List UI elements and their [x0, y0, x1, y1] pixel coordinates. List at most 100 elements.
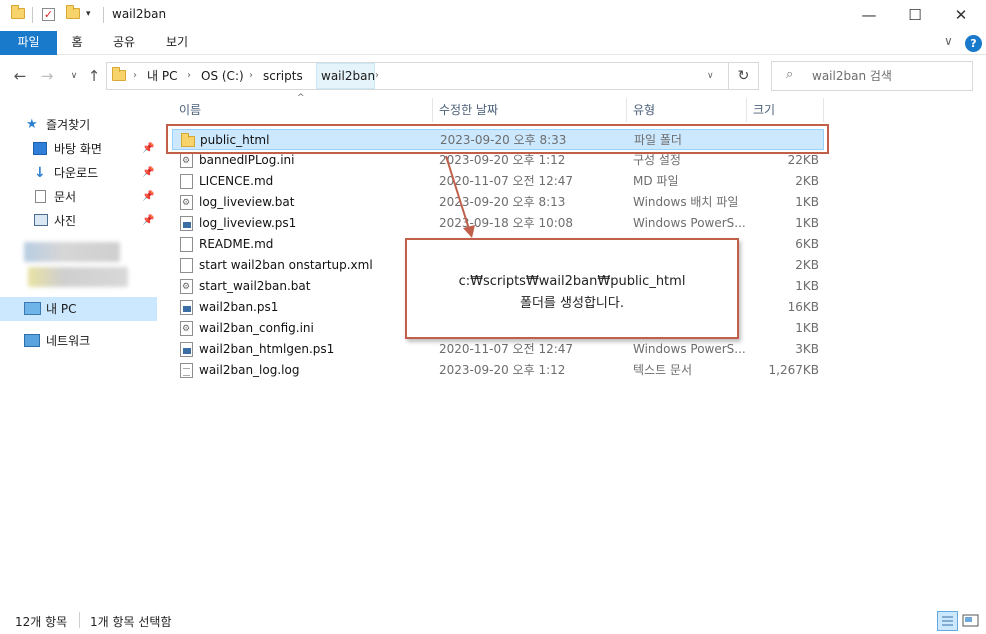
file-row[interactable]: log_liveview.ps1 2023-09-18 오후 10:08 Windo…	[172, 213, 824, 234]
breadcrumb-scripts[interactable]: scripts	[263, 63, 303, 89]
breadcrumb-wail2ban[interactable]: wail2ban	[321, 63, 375, 89]
column-type[interactable]: 유형	[633, 98, 655, 122]
column-size[interactable]: 크기	[753, 98, 775, 122]
column-divider[interactable]	[823, 98, 824, 122]
customize-toolbar-icon[interactable]: ▾	[86, 9, 91, 19]
file-size: 3KB	[795, 342, 819, 356]
back-arrow-icon[interactable]: ←	[10, 64, 30, 88]
chevron-down-icon[interactable]: ∨	[707, 63, 714, 89]
search-icon: ⌕	[786, 67, 794, 82]
column-name[interactable]: 이름	[179, 98, 201, 122]
chevron-right-icon[interactable]: ›	[133, 63, 137, 89]
powershell-file-icon	[180, 342, 193, 357]
chevron-right-icon[interactable]: ›	[249, 63, 253, 89]
column-divider[interactable]	[432, 98, 433, 122]
file-row[interactable]: log_liveview.bat 2023-09-20 오후 8:13 Window…	[172, 192, 824, 213]
powershell-file-icon	[180, 216, 193, 231]
recent-locations-icon[interactable]: ∨	[64, 64, 84, 88]
chevron-right-icon[interactable]: ›	[187, 63, 191, 89]
file-size: 1KB	[795, 279, 819, 293]
details-view-icon[interactable]	[937, 611, 958, 631]
file-name: log_liveview.ps1	[199, 216, 297, 230]
document-icon	[35, 190, 46, 203]
column-divider[interactable]	[626, 98, 627, 122]
picture-icon	[34, 214, 48, 226]
callout-description: 폴더를 생성합니다.	[520, 296, 624, 311]
nav-item-documents[interactable]: 문서 📌	[0, 186, 157, 208]
nav-item-desktop[interactable]: 바탕 화면 📌	[0, 138, 157, 160]
nav-label: 즐겨찾기	[46, 118, 91, 132]
file-type: Windows 배치 파일	[633, 195, 739, 209]
file-size: 6KB	[795, 237, 819, 251]
nav-item-pictures[interactable]: 사진 📌	[0, 210, 157, 232]
settings-file-icon	[180, 153, 193, 168]
tab-home[interactable]: 홈	[60, 31, 94, 55]
pin-icon: 📌	[142, 215, 155, 226]
computer-icon	[24, 302, 41, 315]
nav-item-downloads[interactable]: ↓ 다운로드 📌	[0, 162, 157, 184]
forward-arrow-icon[interactable]: →	[37, 64, 57, 88]
file-size: 1KB	[795, 216, 819, 230]
file-size: 2KB	[795, 174, 819, 188]
file-date: 2023-09-20 오후 8:13	[439, 195, 566, 209]
properties-icon[interactable]: ✓	[42, 8, 55, 21]
file-name: LICENCE.md	[199, 174, 274, 188]
document-icon	[180, 258, 193, 273]
file-name: log_liveview.bat	[199, 195, 295, 209]
maximize-button[interactable]: ☐	[892, 0, 938, 31]
large-icons-view-icon[interactable]	[960, 611, 981, 631]
file-name: wail2ban_htmlgen.ps1	[199, 342, 335, 356]
nav-network[interactable]: 네트워크	[0, 330, 157, 352]
tab-file[interactable]: 파일	[0, 31, 57, 55]
nav-label: 내 PC	[46, 302, 77, 316]
annotation-highlight	[166, 124, 829, 154]
file-date: 2023-09-20 오후 1:12	[439, 363, 566, 377]
nav-label: 네트워크	[46, 334, 91, 348]
file-date: 2020-11-07 오전 12:47	[439, 174, 574, 188]
tab-share[interactable]: 공유	[103, 31, 145, 55]
pin-icon: 📌	[142, 167, 155, 178]
address-bar[interactable]: › 내 PC › OS (C:) › scripts wail2ban › ∨	[106, 62, 729, 90]
breadcrumb-this-pc[interactable]: 내 PC	[147, 63, 177, 89]
chevron-down-icon[interactable]: ∨	[944, 34, 953, 48]
title-bar: ✓ ▾ wail2ban — ☐ ✕	[0, 0, 986, 31]
text-file-icon	[180, 363, 193, 378]
file-size: 1,267KB	[768, 363, 819, 377]
document-icon	[180, 237, 193, 252]
up-arrow-icon[interactable]: ↑	[84, 64, 104, 88]
pin-icon: 📌	[142, 143, 155, 154]
chevron-right-icon[interactable]: ›	[375, 63, 379, 89]
minimize-button[interactable]: —	[846, 0, 892, 31]
document-icon	[180, 174, 193, 189]
divider	[79, 612, 80, 628]
sort-caret-icon: ^	[297, 93, 305, 103]
pin-icon: 📌	[142, 191, 155, 202]
close-button[interactable]: ✕	[938, 0, 984, 31]
nav-quick-access[interactable]: ★ 즐겨찾기	[0, 114, 157, 136]
file-date: 2023-09-18 오후 10:08	[439, 216, 574, 230]
refresh-icon[interactable]: ↻	[729, 62, 759, 90]
file-row[interactable]: LICENCE.md 2020-11-07 오전 12:47 MD 파일 2KB	[172, 171, 824, 192]
file-row[interactable]: wail2ban_htmlgen.ps1 2020-11-07 오전 12:47 W…	[172, 339, 824, 360]
file-size: 16KB	[787, 300, 819, 314]
batch-file-icon	[180, 279, 193, 294]
callout-path-text: c:₩scripts₩wail2ban₩public_html	[458, 274, 686, 289]
breadcrumb-drive[interactable]: OS (C:)	[201, 63, 244, 89]
redacted-item	[28, 267, 128, 287]
nav-this-pc[interactable]: 내 PC	[0, 297, 157, 321]
help-icon[interactable]: ?	[965, 35, 982, 52]
file-row[interactable]: wail2ban_log.log 2023-09-20 오후 1:12 텍스트 문서…	[172, 360, 824, 381]
tab-view[interactable]: 보기	[156, 31, 198, 55]
file-type: Windows PowerS...	[633, 216, 746, 230]
new-folder-icon[interactable]	[66, 5, 80, 19]
divider	[32, 7, 33, 23]
search-input[interactable]: ⌕ wail2ban 검색	[771, 61, 973, 91]
status-selection: 1개 항목 선택함	[90, 615, 172, 629]
file-name: start_wail2ban.bat	[199, 279, 311, 293]
file-date: 2020-11-07 오전 12:47	[439, 342, 574, 356]
column-date[interactable]: 수정한 날짜	[439, 98, 498, 122]
file-type: MD 파일	[633, 174, 679, 188]
file-size: 1KB	[795, 195, 819, 209]
column-divider[interactable]	[746, 98, 747, 122]
desktop-icon	[33, 142, 47, 155]
